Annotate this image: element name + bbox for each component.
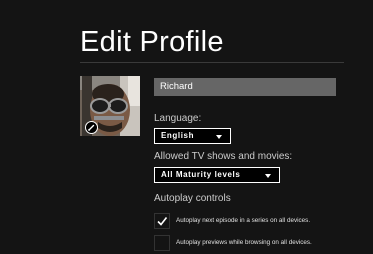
autoplay-previews-checkbox[interactable] bbox=[154, 235, 170, 251]
divider bbox=[80, 62, 344, 63]
chevron-down-icon bbox=[265, 174, 271, 178]
autoplay-next-episode-checkbox[interactable] bbox=[154, 213, 170, 229]
profile-name-input[interactable] bbox=[154, 78, 336, 96]
autoplay-label: Autoplay controls bbox=[154, 193, 231, 204]
maturity-select[interactable]: All Maturity levels bbox=[154, 167, 280, 183]
pencil-icon bbox=[87, 124, 95, 132]
maturity-selected-value: All Maturity levels bbox=[161, 170, 241, 179]
page-title: Edit Profile bbox=[80, 26, 224, 58]
edit-avatar-button[interactable] bbox=[85, 121, 98, 134]
chevron-down-icon bbox=[216, 135, 222, 139]
maturity-label: Allowed TV shows and movies: bbox=[154, 151, 293, 162]
language-select[interactable]: English bbox=[154, 128, 231, 144]
autoplay-previews-label: Autoplay previews while browsing on all … bbox=[176, 239, 312, 246]
autoplay-next-episode-label: Autoplay next episode in a series on all… bbox=[176, 217, 311, 224]
checkmark-icon bbox=[157, 217, 168, 226]
language-label: Language: bbox=[154, 113, 202, 124]
language-selected-value: English bbox=[161, 131, 195, 140]
